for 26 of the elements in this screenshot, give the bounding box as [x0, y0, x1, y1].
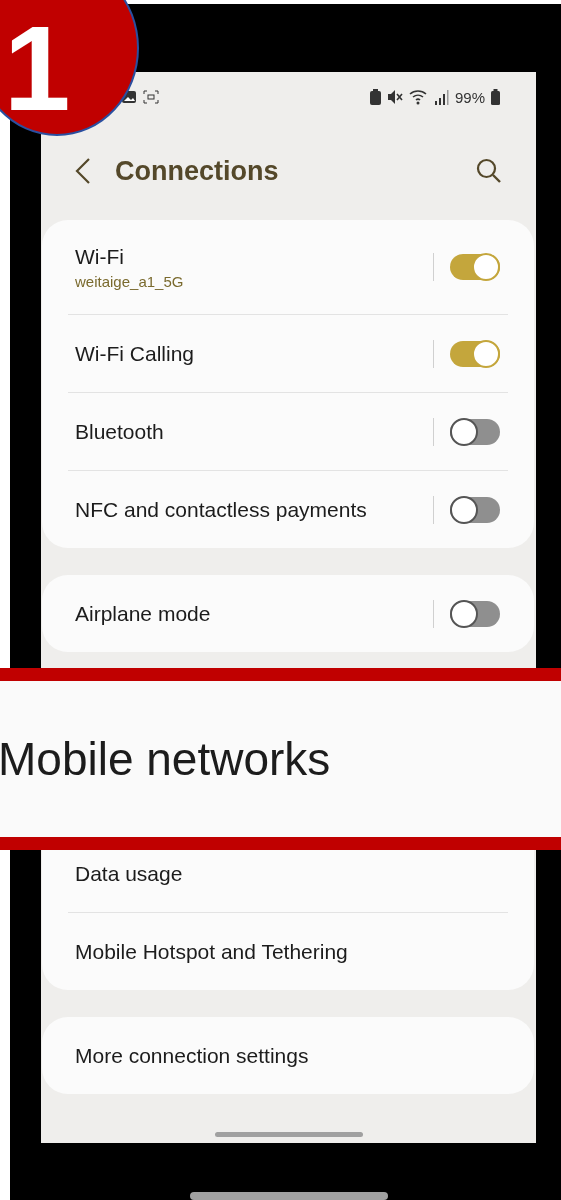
battery-icon — [491, 89, 500, 105]
setting-title[interactable]: Data usage — [75, 861, 508, 886]
toggle-switch[interactable] — [450, 418, 500, 445]
page-title: Connections — [115, 155, 280, 187]
setting-title[interactable]: NFC and contactless payments — [75, 497, 433, 522]
step-number: 1 — [3, 8, 71, 128]
setting-title[interactable]: More connection settings — [75, 1043, 508, 1068]
wifi-icon — [408, 89, 429, 105]
toggle-switch[interactable] — [450, 340, 500, 367]
setting-title[interactable]: Wi-Fi Calling — [75, 341, 433, 366]
search-button[interactable] — [476, 158, 502, 184]
toggle-switch[interactable] — [450, 254, 500, 280]
setting-title[interactable]: Airplane mode — [75, 601, 433, 626]
toggle-switch[interactable] — [450, 496, 500, 523]
setting-title[interactable]: Mobile Hotspot and Tethering — [75, 939, 508, 964]
toggle-switch[interactable] — [450, 600, 500, 627]
back-button[interactable] — [75, 157, 91, 185]
battery-saver-icon — [369, 89, 381, 105]
setting-title[interactable]: Wi-Fi — [75, 244, 433, 269]
callout-text: Mobile networks — [0, 732, 331, 786]
battery-percentage: 99% — [454, 88, 485, 106]
mute-icon — [386, 89, 403, 105]
screen-record-icon — [143, 89, 159, 105]
setting-title[interactable]: Bluetooth — [75, 419, 433, 444]
signal-icon — [434, 89, 449, 105]
setting-subtitle: weitaige_a1_5G — [75, 272, 185, 290]
